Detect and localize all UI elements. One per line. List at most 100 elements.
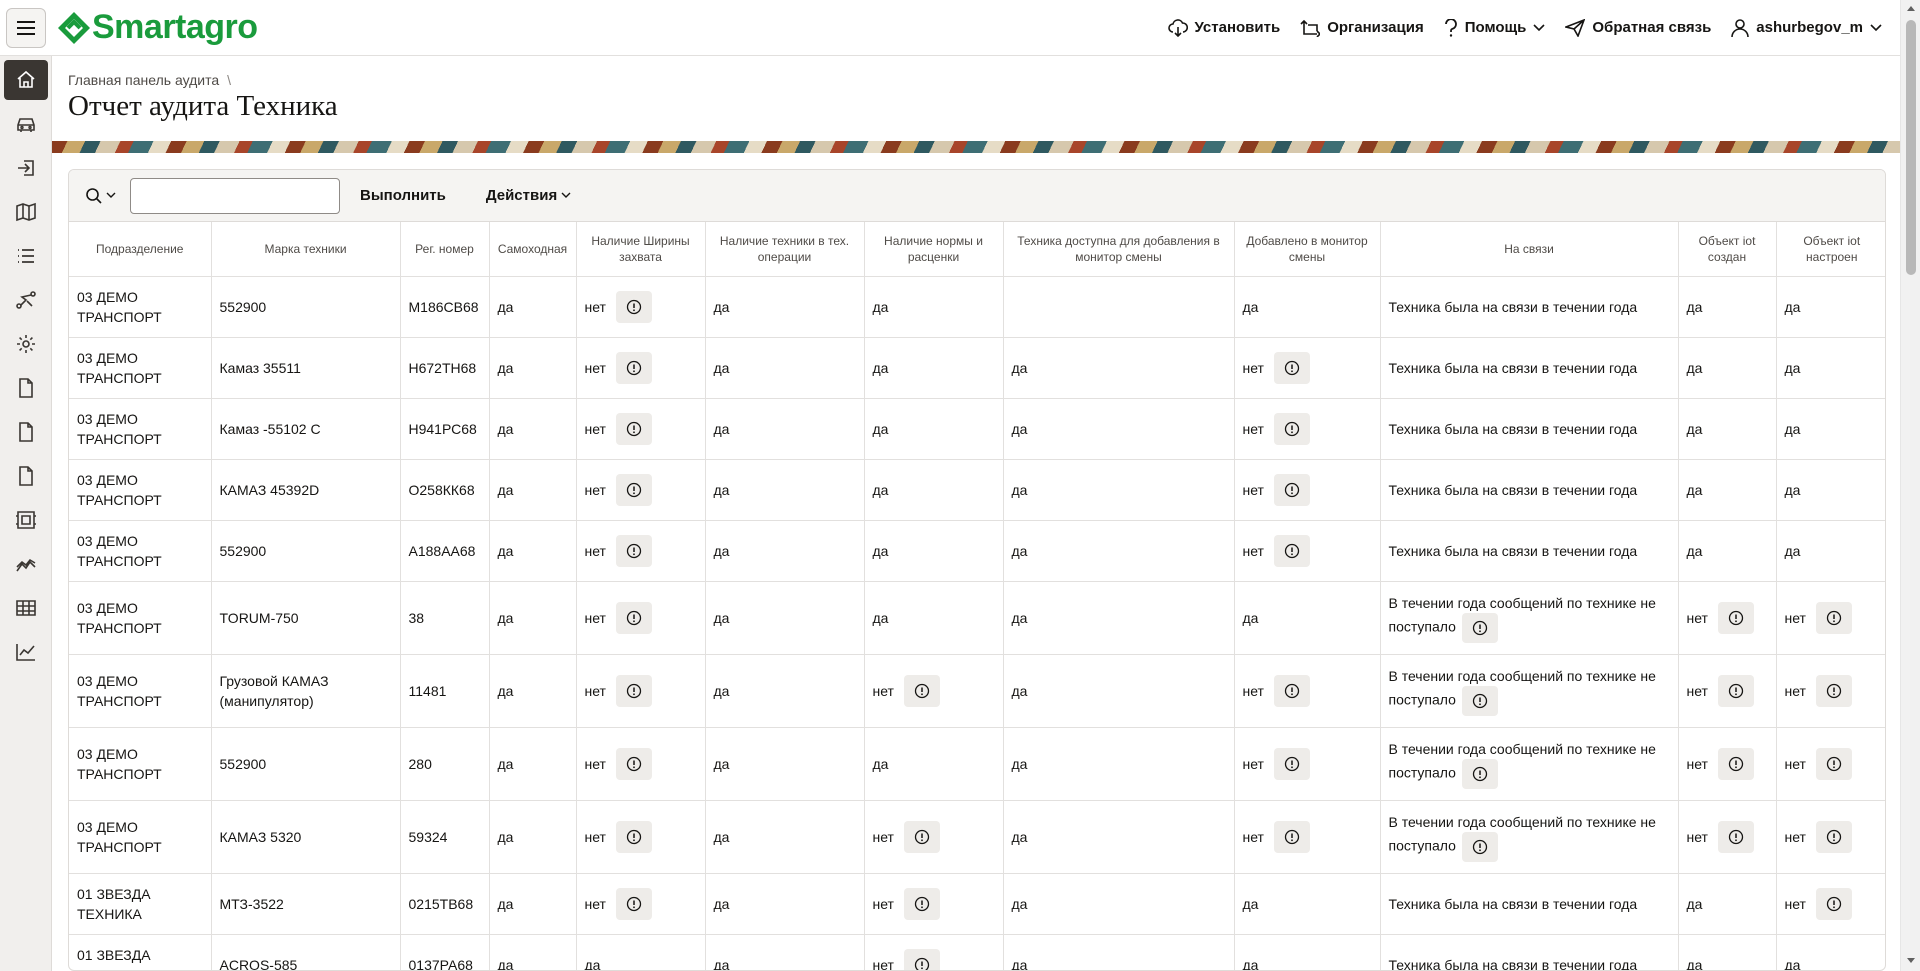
column-header[interactable]: Объект iot настроен: [1776, 222, 1885, 277]
info-button[interactable]: [1815, 887, 1852, 920]
cell-text: 59324: [408, 828, 448, 845]
info-button[interactable]: [903, 820, 940, 853]
info-button[interactable]: [615, 887, 652, 920]
document-icon: [19, 378, 33, 398]
column-header[interactable]: Техника доступна для добавления в монито…: [1003, 222, 1235, 277]
info-button[interactable]: [1815, 747, 1852, 780]
run-button[interactable]: Выполнить: [360, 187, 446, 204]
info-button[interactable]: [615, 473, 652, 506]
scroll-thumb[interactable]: [1906, 20, 1916, 275]
sidebar-item-2[interactable]: [4, 148, 48, 188]
info-button[interactable]: [615, 412, 652, 445]
column-header[interactable]: Самоходная: [489, 222, 577, 277]
info-button[interactable]: [1273, 820, 1310, 853]
cell-reg: А188АА68: [400, 520, 490, 582]
info-button[interactable]: [1717, 747, 1754, 780]
page-scrollbar[interactable]: [1900, 0, 1920, 971]
sidebar-item-3[interactable]: [4, 192, 48, 232]
install-button[interactable]: Установить: [1167, 18, 1280, 37]
info-button[interactable]: [903, 887, 940, 920]
info-button[interactable]: [615, 534, 652, 567]
actions-menu-button[interactable]: Действия: [486, 187, 571, 204]
column-header[interactable]: Наличие техники в тех. операции: [705, 222, 865, 277]
sidebar-item-9[interactable]: [4, 456, 48, 496]
table-row: 03 ДЕМО ТРАНСПОРТ КАМАЗ 45392D О258КК68 да н…: [69, 459, 1885, 521]
info-button[interactable]: [1717, 674, 1754, 707]
sidebar-item-12[interactable]: [4, 588, 48, 628]
info-button[interactable]: [1717, 820, 1754, 853]
sidebar-item-10[interactable]: [4, 500, 48, 540]
column-header[interactable]: Рег. номер: [400, 222, 490, 277]
info-button[interactable]: [1273, 473, 1310, 506]
info-button[interactable]: [615, 290, 652, 323]
info-button[interactable]: [615, 820, 652, 853]
info-button[interactable]: [615, 674, 652, 707]
sidebar-item-0[interactable]: [4, 60, 48, 100]
column-header[interactable]: Наличие Ширины захвата: [576, 222, 706, 277]
sidebar-item-1[interactable]: [4, 104, 48, 144]
scroll-up-arrow[interactable]: [1907, 6, 1915, 11]
info-button[interactable]: [903, 948, 940, 970]
info-button[interactable]: [615, 601, 652, 634]
info-button[interactable]: [1461, 685, 1498, 716]
line-chart-icon: [16, 644, 35, 661]
cell-text: да: [872, 481, 889, 498]
sidebar-item-8[interactable]: [4, 412, 48, 452]
sidebar-item-5[interactable]: [4, 280, 48, 320]
info-button[interactable]: [1815, 674, 1852, 707]
column-header[interactable]: Добавлено в монитор смены: [1234, 222, 1381, 277]
breadcrumb-link[interactable]: Главная панель аудита: [68, 72, 219, 88]
cell-added: нет: [1234, 654, 1381, 728]
sidebar-item-11[interactable]: [4, 544, 48, 584]
app-logo[interactable]: Smartagro: [56, 8, 258, 47]
info-button[interactable]: [903, 674, 940, 707]
info-button[interactable]: [1273, 747, 1310, 780]
column-header[interactable]: На связи: [1380, 222, 1679, 277]
cell-text: да: [713, 481, 730, 498]
sidebar-item-7[interactable]: [4, 368, 48, 408]
cell-self: да: [489, 459, 577, 521]
info-button[interactable]: [615, 351, 652, 384]
column-header[interactable]: Объект iot создан: [1678, 222, 1777, 277]
cell-text: 03 ДЕМО ТРАНСПОРТ: [77, 410, 162, 447]
column-header[interactable]: Подразделение: [69, 222, 212, 277]
cell-added: да: [1234, 581, 1381, 655]
sidebar-item-6[interactable]: [4, 324, 48, 364]
feedback-button[interactable]: Обратная связь: [1565, 18, 1711, 37]
search-input[interactable]: [130, 177, 340, 214]
info-button[interactable]: [1461, 612, 1498, 643]
info-button[interactable]: [615, 747, 652, 780]
map-icon: [16, 202, 36, 222]
user-menu-button[interactable]: ashurbegov_m: [1731, 18, 1882, 37]
info-button[interactable]: [1815, 820, 1852, 853]
info-button[interactable]: [1273, 534, 1310, 567]
info-icon: [1472, 766, 1488, 781]
decorative-banner: [52, 141, 1900, 153]
info-button[interactable]: [1273, 412, 1310, 445]
cell-text: нет: [872, 956, 894, 971]
info-icon: [914, 829, 930, 844]
menu-toggle-button[interactable]: [6, 7, 46, 48]
column-header[interactable]: Наличие нормы и расценки: [864, 222, 1004, 277]
column-header[interactable]: Марка техники: [211, 222, 401, 277]
cell-iot_s: да: [1776, 459, 1885, 521]
cell-iot_s: нет: [1776, 581, 1885, 655]
search-column-selector[interactable]: [85, 187, 116, 205]
info-button[interactable]: [1717, 601, 1754, 634]
cell-text: нет: [584, 420, 606, 437]
cell-text: да: [497, 481, 514, 498]
organization-button[interactable]: Организация: [1300, 19, 1424, 37]
sidebar-item-4[interactable]: [4, 236, 48, 276]
sidebar-item-13[interactable]: [4, 632, 48, 672]
info-button[interactable]: [1273, 351, 1310, 384]
info-button[interactable]: [1815, 601, 1852, 634]
scroll-down-arrow[interactable]: [1907, 958, 1915, 963]
info-button[interactable]: [1461, 758, 1498, 789]
cell-iot_c: нет: [1678, 581, 1777, 655]
help-menu-button[interactable]: Помощь: [1444, 18, 1546, 37]
cell-brand: TORUM-750: [211, 581, 401, 655]
info-button[interactable]: [1461, 831, 1498, 862]
info-button[interactable]: [1273, 674, 1310, 707]
cell-text: да: [497, 956, 514, 971]
cell-width: нет: [576, 276, 706, 338]
